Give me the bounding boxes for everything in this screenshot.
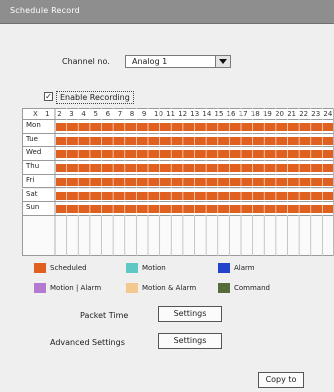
day-label: Mon (26, 121, 41, 129)
day-label: Wed (26, 148, 42, 157)
copy-to-button[interactable]: Copy to (258, 372, 304, 388)
enable-recording-checkbox[interactable]: ✓ (44, 92, 53, 101)
hour-label: 2 (57, 110, 62, 118)
day-label: Sat (26, 189, 38, 198)
hour-label: 3 (69, 110, 74, 118)
hour-label: 18 (250, 110, 260, 118)
hour-label: 12 (178, 110, 188, 118)
day-row[interactable]: Fri (22, 174, 334, 189)
legend-label: Motion | Alarm (50, 284, 102, 292)
hour-label: 23 (311, 110, 321, 118)
hour-label: 10 (154, 110, 163, 118)
day-label: Fri (26, 175, 35, 184)
chevron-down-icon (219, 59, 227, 64)
scheduled-swatch (34, 263, 46, 273)
packet-time-label: Packet Time (80, 311, 129, 320)
channel-select-value: Analog 1 (132, 57, 168, 66)
advanced-settings-button[interactable]: Settings (158, 333, 222, 349)
scheduled-bar[interactable] (56, 136, 333, 145)
alarm-swatch (218, 263, 230, 273)
hour-label: 16 (226, 110, 236, 118)
hour-label: 14 (202, 110, 212, 118)
schedule-grid[interactable]: X 1 2 3 4 5 6 7 8 9 10 11 12 13 14 15 16 17 18 19 20 21 22 23 24… (22, 108, 334, 256)
hour-label: 6 (105, 110, 111, 118)
hour-header: X 1 2 3 4 5 6 7 8 9 10 11 12 13 14 15 16 17 18 19 20 21 22 23 24 (22, 108, 334, 120)
channel-label: Channel no. (62, 57, 110, 66)
channel-select[interactable]: Analog 1 (125, 55, 231, 68)
hour-label: 15 (214, 110, 224, 118)
hour-label: 9 (141, 110, 147, 118)
hour-label: 17 (238, 110, 248, 118)
hour-label: X (33, 110, 38, 118)
hour-label: 13 (190, 110, 200, 118)
advanced-settings-label: Advanced Settings (50, 338, 125, 347)
scheduled-bar[interactable] (56, 150, 333, 159)
legend-label: Motion (142, 264, 166, 272)
day-row[interactable]: Thu (22, 161, 334, 175)
day-label: Sun (26, 203, 40, 212)
hour-label: 21 (287, 110, 297, 118)
hour-label: 11 (166, 110, 176, 118)
scheduled-bar[interactable] (56, 177, 333, 186)
scheduled-bar[interactable] (56, 164, 333, 173)
enable-recording-label: Enable Recording (56, 91, 134, 104)
hour-label: 7 (117, 110, 123, 118)
hour-label: 5 (93, 110, 98, 118)
title-bar: Schedule Record (0, 0, 334, 24)
scheduled-bar[interactable] (56, 191, 333, 200)
scheduled-bar[interactable] (56, 205, 333, 214)
legend-label: Alarm (234, 264, 255, 272)
hour-label: 19 (262, 110, 272, 118)
dropdown-button[interactable] (215, 56, 230, 67)
hour-label: 1 (45, 110, 50, 118)
day-row[interactable]: Wed (22, 147, 334, 162)
schedule-record-panel: Schedule Record Channel no. Analog 1 ✓ E… (0, 0, 334, 392)
day-label: Thu (26, 162, 40, 171)
motion-swatch (126, 263, 138, 273)
day-row[interactable]: Sat (22, 188, 334, 203)
command-swatch (218, 283, 230, 293)
hour-label: 4 (81, 110, 86, 118)
packet-time-settings-button[interactable]: Settings (158, 306, 222, 322)
legend-label: Motion & Alarm (142, 284, 197, 292)
hour-label: 20 (275, 110, 284, 118)
scheduled-bar[interactable] (56, 123, 333, 131)
day-label: Tue (26, 134, 38, 143)
motion-and-alarm-swatch (126, 283, 138, 293)
motion-or-alarm-swatch (34, 283, 46, 293)
hour-label: 24 (323, 110, 333, 118)
legend-label: Command (234, 284, 270, 292)
day-row[interactable]: Mon (22, 120, 334, 134)
schedule-empty-area (22, 216, 334, 256)
hour-label: 8 (129, 110, 135, 118)
hour-label: 22 (299, 110, 309, 118)
window-title: Schedule Record (10, 6, 80, 15)
day-row[interactable]: Tue (22, 133, 334, 148)
legend-label: Scheduled (50, 264, 87, 272)
day-row[interactable]: Sun (22, 202, 334, 216)
